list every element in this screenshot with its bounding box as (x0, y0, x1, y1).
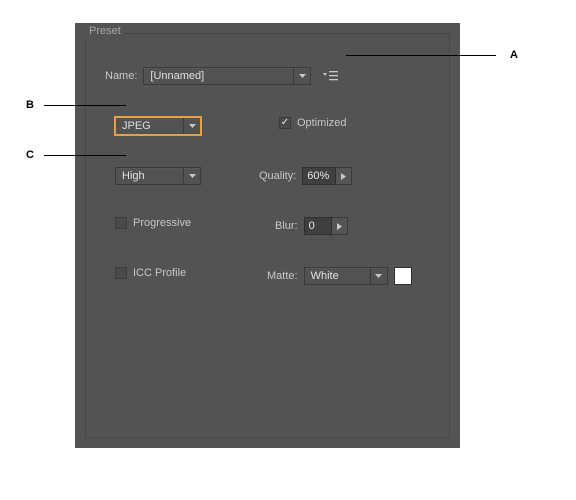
callout-c: C (26, 149, 126, 161)
matte-swatch[interactable] (394, 267, 412, 285)
spinner-arrow-icon[interactable] (336, 167, 352, 185)
checkbox-box (115, 267, 127, 279)
blur-spinner[interactable]: 0 (304, 217, 348, 235)
spinner-arrow-icon[interactable] (332, 217, 348, 235)
name-label: Name: (105, 70, 137, 82)
checkbox-box (279, 117, 291, 129)
preset-fieldset (85, 33, 450, 438)
preset-menu-icon[interactable] (321, 68, 341, 84)
optimized-checkbox[interactable]: Optimized (279, 117, 347, 129)
chevron-down-icon (183, 168, 200, 184)
quality-spinner[interactable]: 60% (302, 167, 352, 185)
icc-profile-checkbox[interactable]: ICC Profile (115, 267, 186, 279)
format-value: JPEG (122, 120, 151, 132)
progressive-checkbox[interactable]: Progressive (115, 217, 191, 229)
matte-dropdown[interactable]: White (304, 267, 388, 285)
progressive-label: Progressive (133, 217, 191, 229)
blur-label: Blur: (275, 220, 298, 232)
preset-panel: Preset Name: [Unnamed] JPEG (75, 23, 460, 448)
callout-a-label: A (510, 49, 518, 61)
preset-legend: Preset (85, 25, 125, 37)
optimized-label: Optimized (297, 117, 347, 129)
name-dropdown[interactable]: [Unnamed] (143, 67, 311, 85)
chevron-down-icon (370, 268, 387, 284)
callout-b-label: B (26, 99, 34, 111)
callout-a: A (346, 49, 518, 61)
chevron-down-icon (183, 118, 200, 134)
quality-value[interactable]: 60% (302, 167, 336, 185)
quality-level-value: High (122, 170, 145, 182)
quality-label: Quality: (259, 170, 296, 182)
matte-label: Matte: (267, 270, 298, 282)
format-dropdown[interactable]: JPEG (115, 117, 201, 135)
icc-label: ICC Profile (133, 267, 186, 279)
matte-value: White (311, 270, 339, 282)
quality-level-dropdown[interactable]: High (115, 167, 201, 185)
blur-value[interactable]: 0 (304, 217, 332, 235)
callout-b: B (26, 99, 126, 111)
checkbox-box (115, 217, 127, 229)
callout-c-label: C (26, 149, 34, 161)
name-value: [Unnamed] (150, 70, 204, 82)
chevron-down-icon (293, 68, 310, 84)
